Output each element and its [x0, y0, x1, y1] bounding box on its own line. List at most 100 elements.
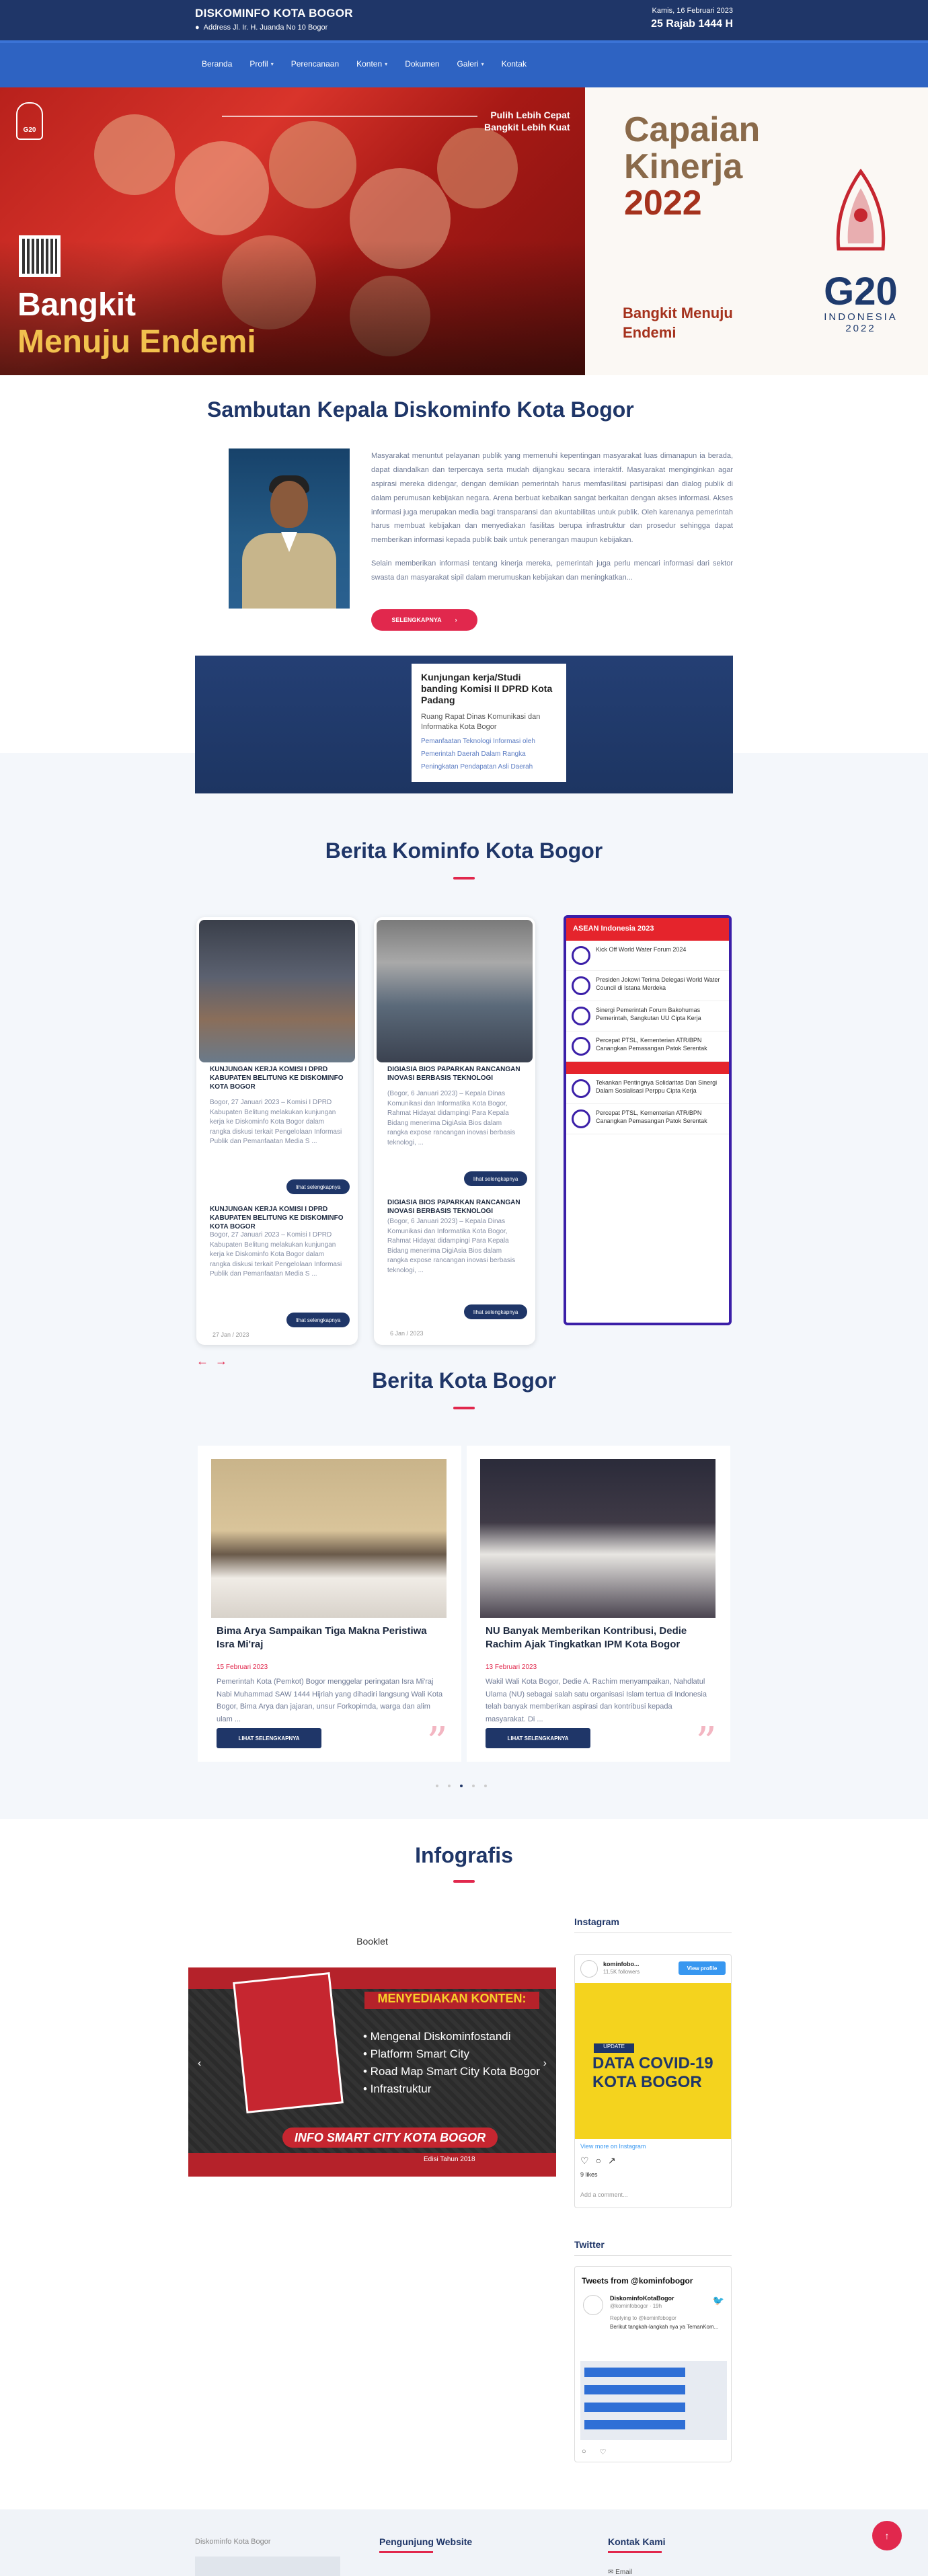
read-more-button[interactable]: lihat selengkapnya	[286, 1179, 350, 1194]
news-excerpt: Bogor, 27 Januari 2023 – Komisi I DPRD K…	[210, 1099, 342, 1145]
nav-item-beranda[interactable]: Beranda	[202, 59, 232, 69]
asean-logo-icon	[572, 946, 590, 965]
news-card[interactable]: DIGIASIA BIOS PAPARKAN RANCANGAN INOVASI…	[374, 917, 535, 1345]
city-news-card[interactable]: NU Banyak Memberikan Kontribusi, Dedie R…	[467, 1446, 730, 1763]
city-news-date: 15 Februari 2023	[217, 1664, 268, 1671]
comment-input[interactable]: Add a comment...	[580, 2191, 628, 2198]
back-to-top-button[interactable]: ↑	[872, 2521, 902, 2550]
news-card[interactable]: KUNJUNGAN KERJA KOMISI I DPRD KABUPATEN …	[196, 917, 358, 1345]
news-date: 27 Jan / 2023	[212, 1331, 249, 1338]
city-news-card[interactable]: Bima Arya Sampaikan Tiga Makna Peristiwa…	[198, 1446, 461, 1766]
carousel-dot[interactable]	[436, 1785, 438, 1787]
view-more-link[interactable]: View more on Instagram	[580, 2143, 646, 2150]
g20-indonesia-logo: G20 INDONESIA 2022	[804, 168, 918, 334]
twitter-embed[interactable]: Tweets from @kominfobogor DiskominfoKota…	[574, 2266, 732, 2462]
news-title[interactable]: KUNJUNGAN KERJA KOMISI I DPRD KABUPATEN …	[196, 1065, 358, 1091]
asean-item[interactable]: Kick Off World Water Forum 2024	[566, 941, 729, 971]
address: ● Address Jl. Ir. H. Juanda No 10 Bogor	[195, 24, 327, 32]
news-title[interactable]: DIGIASIA BIOS PAPARKAN RANCANGAN INOVASI…	[374, 1065, 535, 1083]
city-news-photo	[211, 1459, 447, 1618]
news-title[interactable]: DIGIASIA BIOS PAPARKAN RANCANGAN INOVASI…	[374, 1198, 535, 1216]
city-news-excerpt: Wakil Wali Kota Bogor, Dedie A. Rachim m…	[486, 1678, 707, 1724]
footer-contact-heading: Kontak Kami	[608, 2536, 666, 2547]
chevron-left-icon[interactable]: ‹	[198, 2058, 201, 2070]
nav-item-perencanaan[interactable]: Perencanaan	[291, 59, 339, 69]
reply-icon[interactable]: ○	[582, 2448, 586, 2456]
instagram-post-image[interactable]: UPDATE DATA COVID-19 KOTA BOGOR	[575, 1983, 731, 2139]
carousel-dot[interactable]	[448, 1785, 451, 1787]
asean-news-widget[interactable]: ASEAN Indonesia 2023 Kick Off World Wate…	[564, 915, 732, 1325]
lihat-selengkapnya-button[interactable]: LIHAT SELENGKAPNYA	[217, 1728, 321, 1748]
carousel-dot[interactable]	[484, 1785, 487, 1787]
heart-icon[interactable]: ♡	[580, 2155, 589, 2167]
like-icon[interactable]: ♡	[600, 2448, 607, 2456]
footer-email[interactable]: ✉ Email	[608, 2569, 632, 2576]
twitter-replying: Replying to @kominfobogor	[610, 2315, 676, 2321]
comment-icon[interactable]: ○	[596, 2155, 601, 2167]
footer-map[interactable]	[195, 2557, 340, 2576]
share-icon[interactable]: ↗	[608, 2155, 616, 2167]
hero-photo: G20 Pulih Lebih Cepat Bangkit Lebih Kuat…	[0, 87, 585, 375]
city-news-date: 13 Februari 2023	[486, 1664, 537, 1671]
title-underline	[453, 877, 475, 880]
instagram-followers: 11.5K followers	[603, 1969, 640, 1975]
site-name[interactable]: DISKOMINFO KOTA BOGOR	[195, 7, 353, 20]
booklet-header: MENYEDIAKAN KONTEN:	[364, 1992, 539, 2009]
kunjungan-link[interactable]: Peningkatan Pendapatan Asli Daerah	[421, 763, 557, 771]
nav-item-kontak[interactable]: Kontak	[502, 59, 527, 69]
asean-item[interactable]: Percepat PTSL, Kementerian ATR/BPN Canan…	[566, 1031, 729, 1062]
twitter-name[interactable]: DiskominfoKotaBogor	[610, 2295, 674, 2302]
instagram-embed[interactable]: kominfobo... 11.5K followers View profil…	[574, 1954, 732, 2208]
footer: Diskominfo Kota Bogor Pengunjung Website…	[0, 2509, 928, 2576]
city-news-title[interactable]: NU Banyak Memberikan Kontribusi, Dedie R…	[486, 1625, 714, 1651]
chevron-down-icon: ▾	[385, 61, 388, 67]
kunjungan-subtitle: Ruang Rapat Dinas Komunikasi dan Informa…	[421, 713, 541, 731]
nav-item-dokumen[interactable]: Dokumen	[405, 59, 439, 69]
city-news-photo	[480, 1459, 716, 1618]
city-news-title[interactable]: Bima Arya Sampaikan Tiga Makna Peristiwa…	[217, 1625, 445, 1651]
view-profile-button[interactable]: View profile	[679, 1961, 726, 1975]
twitter-title[interactable]: Tweets from @kominfobogor	[582, 2276, 693, 2286]
quote-icon: ”	[426, 1717, 448, 1766]
footer-brand: Diskominfo Kota Bogor	[195, 2538, 271, 2546]
chevron-right-icon[interactable]: ›	[543, 2058, 547, 2070]
hijri-date: 25 Rajab 1444 H	[651, 18, 733, 30]
read-more-button[interactable]: lihat selengkapnya	[464, 1171, 528, 1186]
news-title[interactable]: KUNJUNGAN KERJA KOMISI I DPRD KABUPATEN …	[196, 1205, 358, 1231]
map-pin-icon: ●	[195, 24, 200, 32]
read-more-button[interactable]: lihat selengkapnya	[286, 1313, 350, 1327]
read-more-button[interactable]: lihat selengkapnya	[464, 1304, 528, 1319]
title-underline	[453, 1407, 475, 1409]
nav-item-galeri[interactable]: Galeri ▾	[457, 59, 484, 69]
twitter-bird-icon: 🐦	[712, 2295, 724, 2306]
asean-item[interactable]: Tekankan Pentingnya Solidaritas Dan Sine…	[566, 1074, 729, 1104]
kunjungan-links: Pemanfaatan Teknologi Informasi oleh Pem…	[421, 737, 557, 771]
infografis-title: Infografis	[415, 1843, 513, 1867]
asean-item[interactable]: Percepat PTSL, Kementerian ATR/BPN Canan…	[566, 1104, 729, 1134]
booklet-slider[interactable]: MENYEDIAKAN KONTEN: • Mengenal Diskominf…	[188, 1967, 556, 2177]
kunjungan-card[interactable]: Kunjungan kerja/Studi banding Komisi II …	[412, 664, 566, 782]
hero-banner[interactable]: G20 Pulih Lebih Cepat Bangkit Lebih Kuat…	[0, 87, 928, 375]
arrow-right-icon[interactable]: →	[215, 1354, 227, 1368]
kunjungan-link[interactable]: Pemanfaatan Teknologi Informasi oleh	[421, 737, 557, 746]
tweet-image[interactable]	[580, 2361, 727, 2440]
lihat-selengkapnya-button[interactable]: LIHAT SELENGKAPNYA	[486, 1728, 590, 1748]
avatar[interactable]	[583, 2295, 603, 2315]
kunjungan-link[interactable]: Pemerintah Daerah Dalam Rangka	[421, 750, 557, 758]
arrow-right-icon: ›	[455, 617, 457, 623]
chevron-down-icon: ▾	[270, 61, 274, 67]
carousel-dot[interactable]	[472, 1785, 475, 1787]
carousel-dot[interactable]	[460, 1785, 463, 1787]
kepala-dinas-photo	[229, 448, 350, 609]
footer-visitors-heading: Pengunjung Website	[379, 2536, 473, 2547]
news-excerpt: (Bogor, 6 Januari 2023) – Kepala Dinas K…	[387, 1090, 516, 1146]
instagram-account[interactable]: kominfobo...	[603, 1961, 640, 1967]
arrow-left-icon[interactable]: ←	[196, 1354, 208, 1368]
avatar[interactable]	[580, 1960, 598, 1978]
instagram-likes: 9 likes	[580, 2171, 598, 2178]
nav-item-konten[interactable]: Konten ▾	[356, 59, 387, 69]
asean-item[interactable]: Presiden Jokowi Terima Delegasi World Wa…	[566, 971, 729, 1001]
asean-item[interactable]: Sinergi Pemerintah Forum Bakohumas Pemer…	[566, 1001, 729, 1031]
nav-item-profil[interactable]: Profil ▾	[249, 59, 273, 69]
selengkapnya-button[interactable]: SELENGKAPNYA ›	[371, 609, 477, 631]
